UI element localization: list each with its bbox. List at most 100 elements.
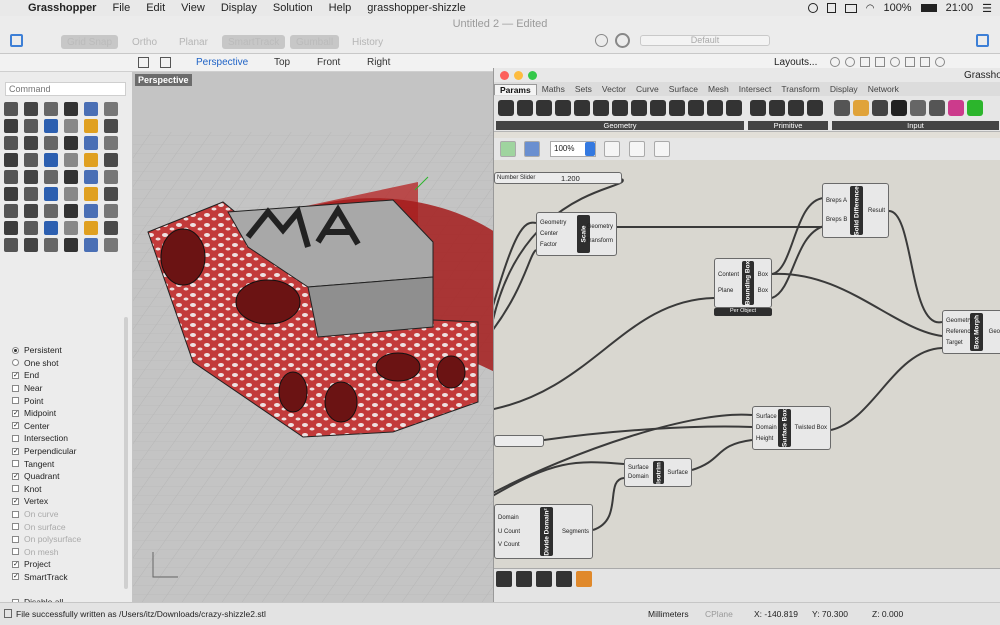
sketch-pen-icon[interactable]	[654, 141, 670, 157]
tool-icon[interactable]	[4, 119, 18, 133]
tools-icon[interactable]	[905, 57, 915, 67]
tool-icon[interactable]	[84, 102, 98, 116]
brep-param-icon[interactable]	[669, 100, 685, 116]
snap-center[interactable]: ✓ Center	[12, 420, 124, 433]
output-param[interactable]: Transform	[586, 238, 613, 244]
tool-icon[interactable]	[64, 170, 78, 184]
input-param[interactable]: Reference	[946, 329, 974, 335]
number-slider[interactable]: Number Slider 1.200	[494, 172, 622, 184]
checkbox[interactable]: ✓	[12, 560, 19, 568]
field-param-icon[interactable]	[726, 100, 742, 116]
preview-eye-icon[interactable]	[629, 141, 645, 157]
arc-param-icon[interactable]	[574, 100, 590, 116]
input-param[interactable]: Center	[540, 231, 558, 237]
zoom-extents-icon[interactable]	[604, 141, 620, 157]
status-units[interactable]: Millimeters	[648, 609, 689, 619]
tool-icon[interactable]	[24, 187, 38, 201]
input-param[interactable]: V Count	[498, 542, 520, 548]
curve-param-icon[interactable]	[593, 100, 609, 116]
help-icon[interactable]	[935, 57, 945, 67]
button-input-icon[interactable]	[891, 100, 907, 116]
checkbox[interactable]	[12, 523, 19, 531]
tool-icon[interactable]	[84, 136, 98, 150]
radio-button[interactable]	[12, 359, 19, 367]
sidebar-toggle-right-icon[interactable]	[976, 34, 989, 47]
tool-icon[interactable]	[24, 238, 38, 252]
tab-perspective[interactable]: Perspective	[196, 57, 248, 68]
tool-icon[interactable]	[104, 170, 118, 184]
snap-intersection[interactable]: Intersection	[12, 432, 124, 445]
list-input-icon[interactable]	[929, 100, 945, 116]
output-param[interactable]: Result	[868, 208, 885, 214]
tool-icon[interactable]	[4, 170, 18, 184]
checkbox[interactable]	[12, 535, 19, 543]
snap-on-polysurface[interactable]: On polysurface	[12, 533, 124, 546]
number-param-icon[interactable]	[788, 100, 804, 116]
snap-perpendicular[interactable]: ✓ Perpendicular	[12, 445, 124, 458]
component-isotrim[interactable]: Isotrim Surface Domain Surface	[624, 458, 692, 487]
tool-icon[interactable]	[104, 136, 118, 150]
boolean-param-icon[interactable]	[750, 100, 766, 116]
tab-front[interactable]: Front	[317, 57, 340, 68]
mesh-param-icon[interactable]	[688, 100, 704, 116]
tool-icon[interactable]	[104, 153, 118, 167]
menu-edit[interactable]: Edit	[138, 2, 173, 14]
tool-icon[interactable]	[44, 119, 58, 133]
input-param[interactable]: Surface	[756, 414, 777, 420]
text-param-icon[interactable]	[807, 100, 823, 116]
gh-tab-curve[interactable]: Curve	[631, 84, 664, 94]
tool-icon[interactable]	[44, 136, 58, 150]
menu-app-name[interactable]: Grasshopper	[20, 2, 104, 14]
input-param[interactable]: Factor	[540, 242, 557, 248]
snap-project[interactable]: ✓ Project	[12, 558, 124, 571]
component-bbox[interactable]: Bounding Box Content Plane Box Box	[714, 258, 772, 308]
pen-icon[interactable]	[516, 571, 532, 587]
menu-display[interactable]: Display	[213, 2, 265, 14]
tool-icon[interactable]	[4, 102, 18, 116]
toolbar-planar[interactable]: Planar	[173, 35, 214, 49]
tool-icon[interactable]	[24, 136, 38, 150]
panel-scrollbar[interactable]	[124, 317, 128, 589]
surface-param-icon[interactable]	[707, 100, 723, 116]
snap-end[interactable]: ✓ End	[12, 369, 124, 382]
tool-icon[interactable]	[44, 238, 58, 252]
snap-knot[interactable]: Knot	[12, 483, 124, 496]
checkbox[interactable]: ✓	[12, 422, 19, 430]
tool-icon[interactable]	[24, 204, 38, 218]
component-boxmorph[interactable]: Box Morph Geometry Reference Target Geo	[942, 310, 1000, 354]
layer-selector[interactable]: Default	[640, 35, 770, 46]
tool-icon[interactable]	[104, 119, 118, 133]
tool-icon[interactable]	[64, 204, 78, 218]
toolbar-history[interactable]: History	[346, 35, 389, 49]
toolbar-smarttrack[interactable]: SmartTrack	[222, 35, 286, 49]
checkbox[interactable]	[12, 485, 19, 493]
tool-icon[interactable]	[104, 102, 118, 116]
panel-input-icon[interactable]	[853, 100, 869, 116]
snap-on-mesh[interactable]: On mesh	[12, 546, 124, 559]
open-file-icon[interactable]	[500, 141, 516, 157]
tool-icon[interactable]	[64, 221, 78, 235]
checkbox[interactable]	[12, 548, 19, 556]
gh-tab-vector[interactable]: Vector	[597, 84, 631, 94]
ribbon-group-label[interactable]: Primitive	[748, 121, 828, 130]
menu-help[interactable]: Help	[321, 2, 360, 14]
zoom-icon[interactable]	[528, 71, 537, 80]
gh-canvas[interactable]: Number Slider 1.200 Scale Geometry Center F…	[494, 160, 1000, 568]
snap-near[interactable]: Near	[12, 382, 124, 395]
output-param[interactable]: Geometry	[587, 224, 613, 230]
circle-param-icon[interactable]	[555, 100, 571, 116]
snap-on-surface[interactable]: On surface	[12, 520, 124, 533]
output-param[interactable]: Box	[758, 288, 768, 294]
rewind-icon[interactable]	[595, 34, 608, 47]
checkbox[interactable]: ✓	[12, 447, 19, 455]
toggle-input-icon[interactable]	[872, 100, 888, 116]
perspective-viewport[interactable]: Perspective	[133, 72, 495, 602]
tool-icon[interactable]	[4, 187, 18, 201]
checkbox[interactable]: ✓	[12, 497, 19, 505]
wifi-icon[interactable]: ◠	[866, 3, 875, 14]
tool-icon[interactable]	[104, 187, 118, 201]
input-param[interactable]: U Count	[498, 529, 520, 535]
tool-icon[interactable]	[24, 119, 38, 133]
tool-icon[interactable]	[64, 102, 78, 116]
display-mode-icon[interactable]	[860, 57, 870, 67]
